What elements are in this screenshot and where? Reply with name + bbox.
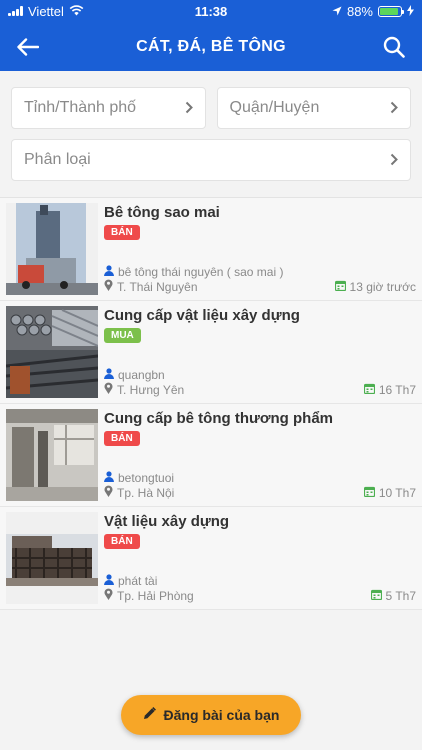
chevron-right-icon: [390, 150, 398, 171]
listing-user: phát tài: [118, 574, 158, 588]
listing-location: Tp. Hải Phòng: [117, 588, 194, 603]
listing-type-badge: BÁN: [104, 534, 140, 549]
top-bar: Viettel 11:38 88% CÁT, ĐÁ, BÊ TÔNG: [0, 0, 422, 71]
category-label: Phân loại: [24, 151, 91, 168]
listing-title: Cung cấp bê tông thương phẩm: [104, 410, 334, 427]
page-title: CÁT, ĐÁ, BÊ TÔNG: [136, 37, 286, 55]
listing-type-badge: BÁN: [104, 225, 140, 240]
district-select[interactable]: Quận/Huyện: [216, 87, 411, 129]
user-icon: [104, 368, 114, 382]
listing-list: Bê tông sao mai BÁN bê tông thái nguyên …: [0, 197, 422, 610]
listing-location: Tp. Hà Nội: [117, 485, 175, 500]
calendar-icon: [334, 280, 346, 294]
listing-time: 16 Th7: [378, 382, 416, 397]
search-button[interactable]: [380, 33, 408, 61]
listing-thumbnail: [6, 512, 98, 604]
user-icon: [104, 471, 114, 485]
category-select[interactable]: Phân loại: [11, 139, 411, 181]
back-button[interactable]: [14, 33, 42, 61]
listing-time: 13 giờ trước: [349, 279, 416, 294]
listing-type-badge: BÁN: [104, 431, 140, 446]
navbar: CÁT, ĐÁ, BÊ TÔNG: [0, 22, 422, 71]
listing-item[interactable]: Cung cấp bê tông thương phẩm BÁN betongt…: [0, 404, 422, 507]
calendar-icon: [363, 486, 375, 500]
map-pin-icon: [104, 485, 113, 500]
listing-thumbnail: [6, 306, 98, 398]
listing-location: T. Thái Nguyên: [117, 279, 198, 294]
calendar-icon: [370, 589, 382, 603]
post-listing-label: Đăng bài của bạn: [163, 707, 280, 723]
listing-title: Vật liệu xây dựng: [104, 513, 230, 530]
listing-user: quangbn: [118, 368, 165, 382]
district-label: Quận/Huyện: [229, 99, 320, 116]
map-pin-icon: [104, 279, 113, 294]
calendar-icon: [363, 383, 375, 397]
battery-percent: 88%: [346, 3, 373, 19]
listing-type-badge: MUA: [104, 328, 141, 343]
arrow-left-icon: [17, 37, 39, 56]
user-icon: [104, 265, 114, 279]
listing-thumbnail: [6, 203, 98, 295]
signal-icon: [8, 6, 23, 16]
carrier-label: Viettel: [28, 3, 64, 19]
filter-panel: Tỉnh/Thành phố Quận/Huyện Phân loại: [0, 71, 422, 197]
map-pin-icon: [104, 588, 113, 603]
wifi-icon: [69, 4, 84, 19]
province-select[interactable]: Tỉnh/Thành phố: [11, 87, 206, 129]
clock: 11:38: [194, 3, 228, 19]
map-pin-icon: [104, 382, 113, 397]
province-label: Tỉnh/Thành phố: [24, 99, 137, 116]
listing-user: bê tông thái nguyên ( sao mai ): [118, 265, 284, 279]
chevron-right-icon: [390, 98, 398, 119]
listing-user: betongtuoi: [118, 471, 175, 485]
pencil-icon: [143, 707, 156, 723]
listing-item[interactable]: Vật liệu xây dựng BÁN phát tài Tp. Hải P…: [0, 507, 422, 610]
listing-title: Cung cấp vật liệu xây dựng: [104, 307, 300, 324]
status-bar: Viettel 11:38 88%: [0, 0, 422, 22]
listing-time: 10 Th7: [378, 485, 416, 500]
location-arrow-icon: [332, 4, 342, 19]
listing-title: Bê tông sao mai: [104, 204, 220, 221]
listing-item[interactable]: Cung cấp vật liệu xây dựng MUA quangbn T…: [0, 301, 422, 404]
search-icon: [383, 36, 405, 58]
listing-location: T. Hưng Yên: [117, 382, 185, 397]
post-listing-button[interactable]: Đăng bài của bạn: [121, 695, 301, 735]
listing-thumbnail: [6, 409, 98, 501]
user-icon: [104, 574, 114, 588]
battery-icon: [378, 5, 404, 17]
listing-item[interactable]: Bê tông sao mai BÁN bê tông thái nguyên …: [0, 198, 422, 301]
charging-icon: [407, 4, 414, 19]
chevron-right-icon: [185, 98, 193, 119]
listing-time: 5 Th7: [385, 588, 416, 603]
